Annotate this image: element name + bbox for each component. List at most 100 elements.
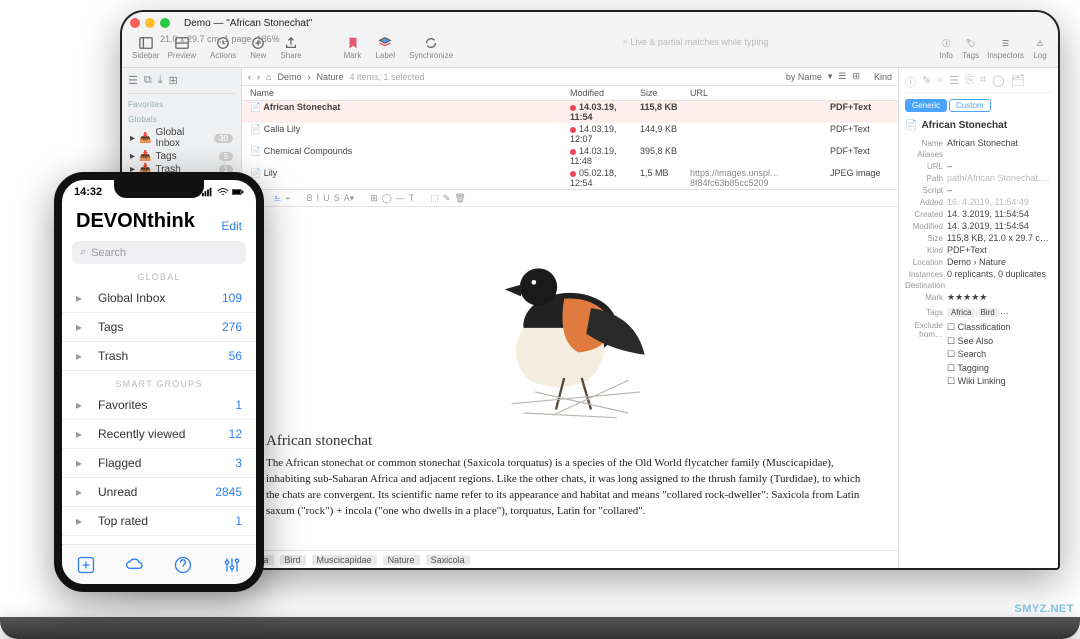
- table-row[interactable]: 📄 African Stonechat14.03.19, 11:54115,8 …: [242, 101, 898, 123]
- article-body: The African stonechat or common stonecha…: [266, 456, 874, 520]
- inspector-field: Modified14. 3.2019, 11:54:54: [905, 220, 1052, 232]
- window-title: Demo — "African Stonechat": [184, 18, 1050, 29]
- inspector: ⓘ✎⌕☰⎘⌗◯🗂 Generic Custom 📄African Stonech…: [898, 68, 1058, 568]
- inspector-field: NameAfrican Stonechat: [905, 137, 1052, 149]
- tag-chip[interactable]: Muscicapidae: [312, 555, 377, 565]
- iphone-mock: 14:32 DEVONthink Edit ⌕Search GLOBAL ▸Gl…: [54, 172, 264, 592]
- inspector-field: Destination: [905, 280, 1052, 291]
- table-row[interactable]: 📄 Lily05.02.18, 12:541,5 MBhttps://image…: [242, 167, 898, 189]
- sidebar-button[interactable]: Sidebar: [132, 36, 160, 60]
- section-smart: SMART GROUPS: [62, 379, 256, 389]
- list-item[interactable]: ▸Tags276: [62, 313, 256, 342]
- sidebar-section-favorites: Favorites: [128, 100, 235, 109]
- list-item[interactable]: ▸Global Inbox109: [62, 284, 256, 313]
- list-item[interactable]: ▸Trash56: [62, 342, 256, 371]
- zoom-icon[interactable]: [160, 18, 170, 28]
- titlebar: Demo — "African Stonechat": [122, 12, 1058, 34]
- inspector-field: Created14. 3.2019, 11:54:54: [905, 208, 1052, 220]
- inspector-field: Mark★★★★★: [905, 291, 1052, 304]
- inspector-field: Pathpath/African Stonechat.pdf: [905, 172, 1052, 184]
- breadcrumb[interactable]: Demo: [277, 72, 301, 82]
- list-item[interactable]: ▸Top rated1: [62, 507, 256, 536]
- share-button[interactable]: Share: [280, 36, 301, 60]
- crumb-home-icon[interactable]: ⌂: [266, 72, 271, 82]
- tag-chip[interactable]: Bird: [280, 555, 306, 565]
- inspectors-button[interactable]: ☰Inspectors: [987, 36, 1024, 60]
- pathbar: ‹ › ⌂ Demo› Nature 4 items, 1 selected b…: [242, 68, 898, 86]
- cloud-icon: [125, 555, 145, 575]
- inspector-field: Added16. 4.2019, 11:54:49: [905, 196, 1052, 208]
- notch: [114, 180, 204, 198]
- phone-tabbar[interactable]: [62, 544, 256, 584]
- watermark: SMYZ.NET: [1014, 603, 1074, 615]
- table-row[interactable]: 📄 Calla Lily14.03.19, 12:07144,9 KBPDF+T…: [242, 123, 898, 145]
- section-global: GLOBAL: [62, 272, 256, 282]
- add-icon: [76, 555, 96, 575]
- inspector-field: Size115,8 KB, 21.0 x 29.7 cm, 1 page: [905, 232, 1052, 244]
- nav-fwd-icon[interactable]: ›: [257, 72, 260, 82]
- wifi-icon: [217, 187, 229, 197]
- status-time: 14:32: [74, 186, 102, 198]
- sidebar-item[interactable]: ▸📥Tags9: [128, 150, 235, 163]
- synchronize-button[interactable]: Synchronize: [409, 36, 453, 60]
- label-button[interactable]: Label: [375, 36, 395, 60]
- signal-icon: [202, 187, 214, 197]
- pathbar-summary: 4 items, 1 selected: [349, 72, 424, 82]
- column-kind-label: Kind: [874, 72, 892, 82]
- tags-button[interactable]: 🏷Tags: [962, 36, 979, 60]
- inspector-icon-strip[interactable]: ⓘ✎⌕☰⎘⌗◯🗂: [905, 72, 1052, 93]
- battery-icon: [232, 187, 244, 197]
- file-list: 📄 African Stonechat14.03.19, 11:54115,8 …: [242, 101, 898, 189]
- info-icon: ⓘ: [905, 74, 916, 90]
- pill-generic[interactable]: Generic: [905, 99, 947, 112]
- inspector-field: Script–: [905, 184, 1052, 196]
- info-button[interactable]: ⓘInfo: [938, 36, 954, 60]
- minimize-icon[interactable]: [145, 18, 155, 28]
- inspector-field: URL–: [905, 160, 1052, 172]
- search-icon: ⌕: [623, 36, 628, 47]
- tag-chip[interactable]: Saxicola: [426, 555, 470, 565]
- breadcrumb[interactable]: Nature: [316, 72, 343, 82]
- sidebar-toolbar[interactable]: ☰⧉⤓⊞: [128, 72, 235, 94]
- view-icons-icon[interactable]: ⊞: [852, 71, 860, 82]
- help-icon: [173, 555, 193, 575]
- inspector-field: Instances0 replicants, 0 duplicates: [905, 268, 1052, 280]
- preview-toolbar[interactable]: ‹› ⎁⌁ BIUSA▾ ⊞◯—T ⬚✎🗑: [242, 189, 898, 207]
- tag-chip[interactable]: Nature: [383, 555, 420, 565]
- edit-button[interactable]: Edit: [221, 219, 242, 233]
- toolbar-search[interactable]: Live & partial matches while typing: [630, 37, 768, 47]
- view-list-icon[interactable]: ☰: [838, 71, 846, 82]
- laptop-base: [0, 617, 1080, 639]
- inspector-field: LocationDemo › Nature: [905, 256, 1052, 268]
- list-item[interactable]: ▸Recently viewed12: [62, 420, 256, 449]
- tag-bar: icaBirdMuscicapidaeNatureSaxicola: [242, 550, 898, 568]
- settings-icon: [222, 555, 242, 575]
- inspector-field: Aliases: [905, 149, 1052, 160]
- list-header[interactable]: NameModifiedSizeURL: [242, 86, 898, 101]
- inspector-title: African Stonechat: [921, 120, 1007, 131]
- tag-chip[interactable]: Africa: [947, 308, 975, 317]
- sidebar-section-globals: Globals: [128, 115, 235, 124]
- mark-button[interactable]: Mark: [344, 36, 362, 60]
- sidebar-item[interactable]: ▸📥Global Inbox30: [128, 126, 235, 150]
- search-icon: ⌕: [80, 246, 86, 259]
- pill-custom[interactable]: Custom: [949, 99, 991, 112]
- list-item[interactable]: ▸Flagged3: [62, 449, 256, 478]
- inspector-field: KindPDF+Text: [905, 244, 1052, 256]
- search-input[interactable]: ⌕Search: [72, 241, 246, 264]
- bird-illustration: [445, 217, 695, 427]
- app-title: DEVONthink: [76, 210, 195, 233]
- close-icon[interactable]: [130, 18, 140, 28]
- tag-chip[interactable]: Bird: [976, 308, 998, 317]
- log-button[interactable]: ⚠Log: [1032, 36, 1048, 60]
- window-subtitle: 21.0 x 29.7 cm, 1 page, 186%: [160, 34, 280, 44]
- list-item[interactable]: ▸Unread2845: [62, 478, 256, 507]
- sort-toggle[interactable]: by Name: [786, 72, 822, 82]
- list-item[interactable]: ▸Favorites1: [62, 391, 256, 420]
- table-row[interactable]: 📄 Chemical Compounds14.03.19, 11:48395,8…: [242, 145, 898, 167]
- traffic-lights[interactable]: [130, 18, 170, 28]
- list-item[interactable]: ▸Bookmarks6: [62, 585, 256, 592]
- article-heading: African stonechat: [266, 433, 874, 450]
- nav-back-icon[interactable]: ‹: [248, 72, 251, 82]
- document-preview: African stonechat The African stonechat …: [242, 207, 898, 550]
